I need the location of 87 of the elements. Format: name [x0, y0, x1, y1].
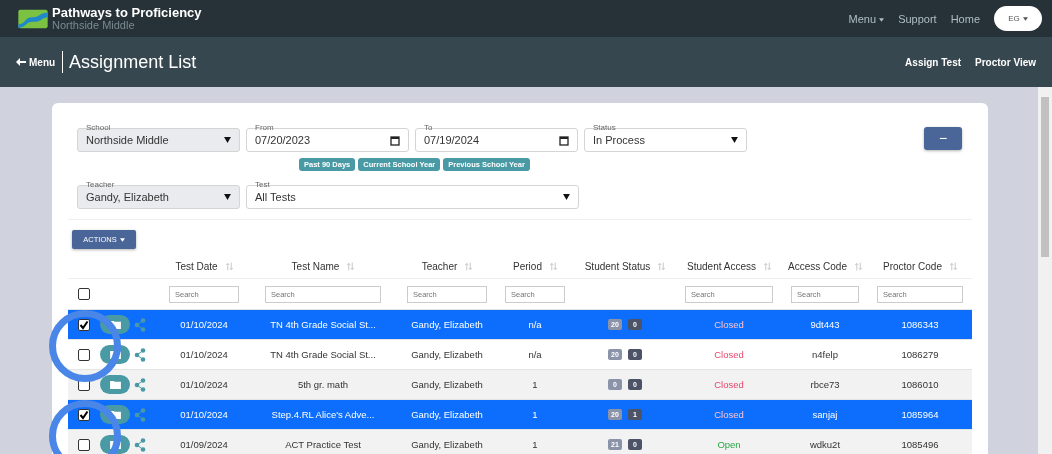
page-title: Assignment List [69, 51, 197, 73]
dropdown-arrow-icon [563, 194, 570, 200]
user-menu-button[interactable]: EG [994, 6, 1042, 31]
caret-icon [1022, 16, 1028, 21]
table-cell-text: TN 4th Grade Social St... [269, 319, 377, 330]
header-link[interactable]: Proctor View [975, 56, 1036, 68]
header-link[interactable]: Assign Test [905, 56, 962, 68]
table-cell-text: Closed [713, 319, 745, 330]
table-cell-text: 01/10/2024 [179, 319, 229, 330]
highlight-circle [49, 400, 121, 454]
sort-icon[interactable] [949, 261, 957, 271]
nav-link[interactable]: Menu [848, 12, 885, 25]
table-cell-text: Closed [713, 409, 745, 420]
table-cell-text: 9dt443 [809, 319, 841, 330]
sort-icon[interactable] [658, 261, 666, 271]
table-cell-text: Gandy, Elizabeth [410, 439, 484, 450]
table-cell-text: 01/10/2024 [179, 349, 229, 360]
column-header[interactable]: Test Date [175, 260, 218, 272]
calendar-icon [390, 134, 400, 146]
row-checkbox[interactable] [78, 348, 90, 361]
table-cell-text: Gandy, Elizabeth [410, 379, 484, 390]
share-icon[interactable] [134, 377, 146, 392]
folder-icon [109, 410, 121, 419]
table-cell-text: Closed [713, 379, 745, 390]
table-cell-text: Closed [713, 349, 745, 360]
highlight-circle [49, 310, 121, 382]
sort-icon[interactable] [465, 261, 473, 271]
table-cell-text: 01/10/2024 [179, 379, 229, 390]
share-icon[interactable] [134, 347, 146, 362]
table-cell-text: 1 [531, 379, 539, 390]
table-cell-text: TN 4th Grade Social St... [269, 349, 377, 360]
table-cell-text: ACT Practice Test [284, 439, 362, 450]
column-header[interactable]: Proctor Code [883, 260, 942, 272]
dropdown-arrow-icon [224, 194, 231, 200]
sort-icon[interactable] [763, 261, 771, 271]
table-cell-text: 1085496 [900, 439, 940, 450]
table-cell-text: 1086343 [900, 319, 940, 330]
table-cell-text: 1086279 [900, 349, 940, 360]
sort-icon[interactable] [347, 261, 355, 271]
table-cell-text: 1 [531, 439, 539, 450]
logo-icon [18, 7, 48, 30]
calendar-icon [559, 134, 569, 146]
table-cell-text: sanjaj [811, 409, 839, 420]
table-cell-text: 1085964 [900, 409, 940, 420]
table-cell-text: 1086010 [900, 379, 940, 390]
table-cell-text: wdku2t [808, 439, 842, 450]
back-link[interactable]: Menu [16, 56, 56, 68]
table-cell-text: 01/09/2024 [179, 439, 229, 450]
table-cell-text: 5th gr. math [296, 379, 350, 390]
column-header[interactable]: Student Access [687, 260, 756, 272]
table-cell-text: 01/10/2024 [179, 409, 229, 420]
folder-icon [109, 320, 121, 329]
dropdown-arrow-icon [224, 137, 231, 143]
sort-icon[interactable] [225, 261, 233, 271]
row-checkbox[interactable] [78, 318, 90, 331]
caret-icon [119, 238, 125, 242]
app-title: Pathways to Proficiency [52, 5, 202, 19]
back-arrow-icon [16, 57, 26, 66]
column-header[interactable]: Access Code [788, 260, 847, 272]
table-cell-text: Gandy, Elizabeth [410, 409, 484, 420]
sort-icon[interactable] [549, 261, 557, 271]
dropdown-arrow-icon [731, 137, 738, 143]
table-cell-text: Open [716, 439, 742, 450]
table-cell-text: n/a [527, 349, 543, 360]
scrollbar-thumb[interactable] [1041, 97, 1049, 257]
nav-link[interactable]: Home [950, 12, 980, 25]
folder-icon [109, 380, 121, 389]
table-cell-text: n4felp [811, 349, 839, 360]
caret-icon [879, 17, 885, 22]
sort-icon[interactable] [854, 261, 862, 271]
table-cell-text: Gandy, Elizabeth [410, 349, 484, 360]
table-cell-text: Step.4.RL Alice's Adve... [270, 409, 376, 420]
folder-button[interactable] [100, 375, 130, 394]
row-checkbox[interactable] [78, 438, 90, 451]
column-header[interactable]: Student Status [584, 260, 651, 272]
row-checkbox[interactable] [78, 408, 90, 421]
nav-link[interactable]: Support [898, 12, 937, 25]
share-icon[interactable] [134, 437, 146, 452]
column-header[interactable]: Test Name [291, 260, 340, 272]
table-cell-text: 1 [531, 409, 539, 420]
column-header[interactable]: Teacher [421, 260, 458, 272]
column-header[interactable]: Period [513, 260, 542, 272]
table-cell-text: Gandy, Elizabeth [410, 319, 484, 330]
collapse-button[interactable]: − [924, 126, 962, 150]
table-cell-text: n/a [527, 319, 543, 330]
select-all-checkbox[interactable] [78, 288, 90, 300]
table-cell-text: rbce73 [809, 379, 841, 390]
